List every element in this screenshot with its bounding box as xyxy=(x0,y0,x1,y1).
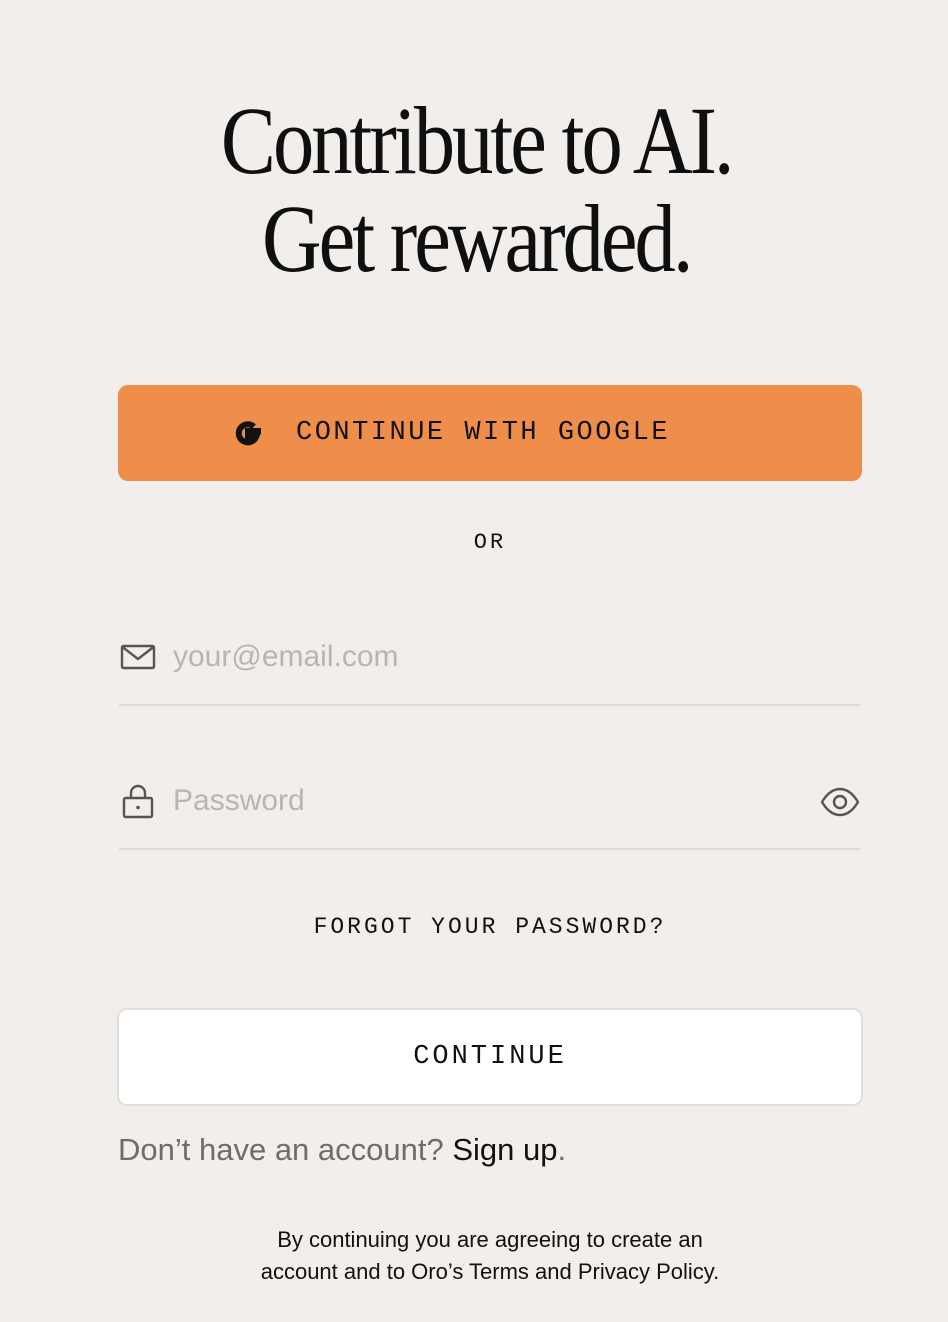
continue-button[interactable]: CONTINUE xyxy=(117,1008,863,1106)
continue-with-google-button[interactable]: CONTINUE WITH GOOGLE xyxy=(118,385,862,481)
lock-icon xyxy=(122,784,154,819)
or-divider: OR xyxy=(473,530,507,555)
terms-line-2: account and to Oro’s Terms and Privacy P… xyxy=(260,1259,720,1284)
email-input[interactable] xyxy=(173,632,793,682)
password-input[interactable] xyxy=(173,776,793,826)
sign-up-link[interactable]: Sign up xyxy=(452,1132,557,1167)
email-field-row xyxy=(119,618,860,706)
terms-notice: By continuing you are agreeing to create… xyxy=(0,1224,948,1288)
page-headline: Contribute to AI. Get rewarded. xyxy=(69,92,884,288)
password-field-row xyxy=(119,762,860,850)
headline-line-2: Get rewarded. xyxy=(262,185,693,292)
terms-line-1: By continuing you are agreeing to create… xyxy=(277,1227,703,1252)
eye-icon[interactable] xyxy=(820,782,860,822)
signup-prompt-text: Don’t have an account? xyxy=(118,1132,444,1167)
signup-prompt: Don’t have an account? Sign up. xyxy=(118,1132,566,1168)
forgot-password-link[interactable]: FORGOT YOUR PASSWORD? xyxy=(0,914,948,940)
google-button-label: CONTINUE WITH GOOGLE xyxy=(296,418,671,448)
signup-suffix: . xyxy=(557,1132,567,1167)
mail-icon xyxy=(120,644,156,670)
headline-line-1: Contribute to AI. xyxy=(220,87,735,194)
google-g-icon xyxy=(235,421,261,446)
